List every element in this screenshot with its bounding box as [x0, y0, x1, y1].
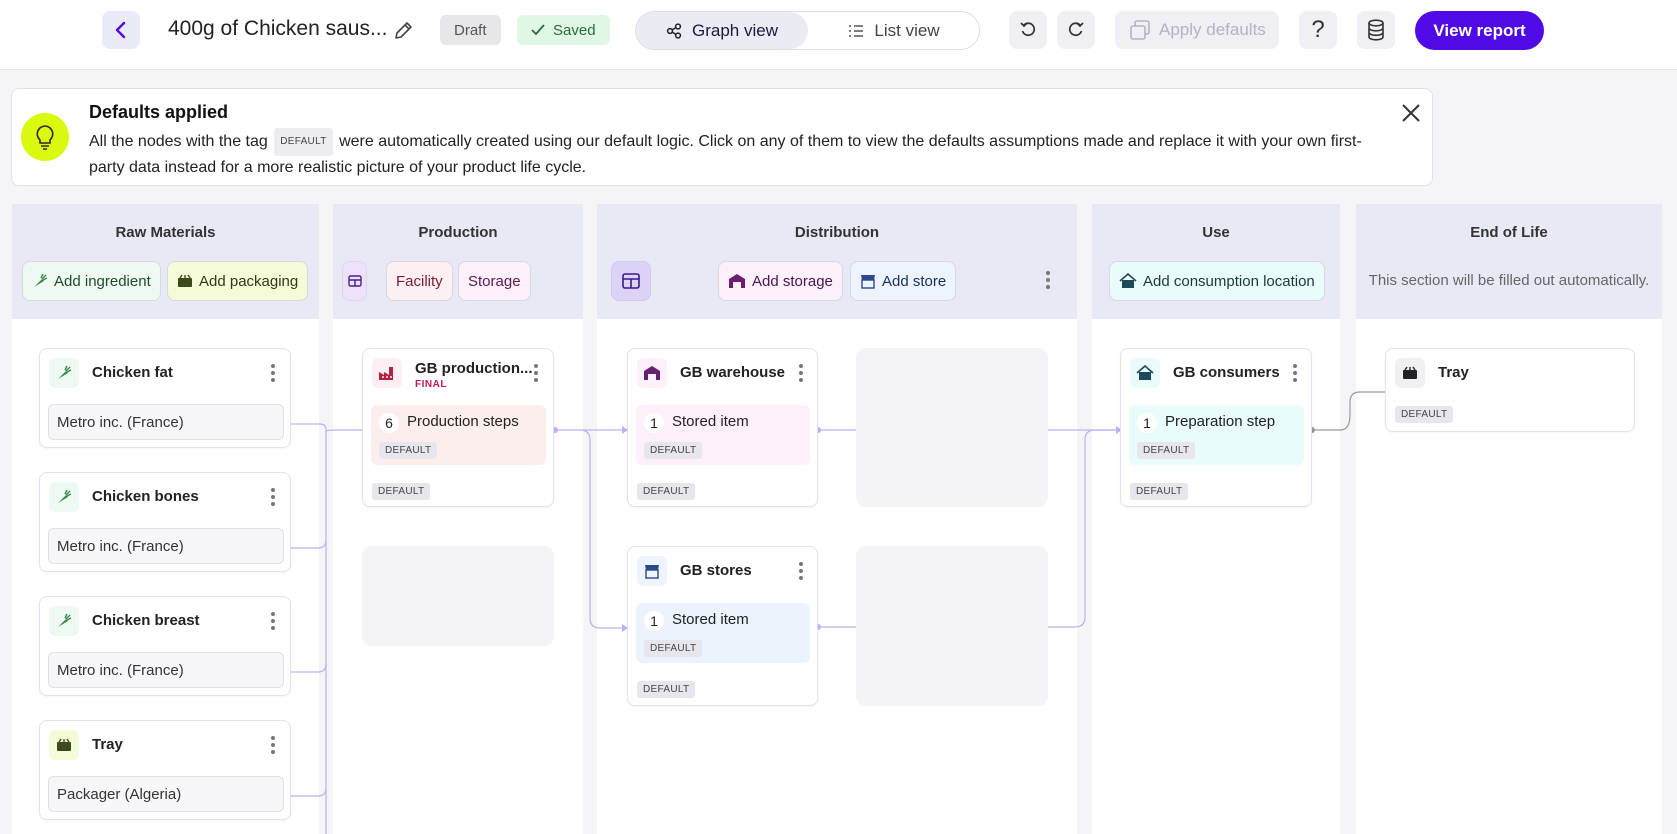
empty-slot [856, 546, 1048, 706]
default-tag: DEFAULT [1137, 442, 1196, 459]
eol-node-tray[interactable]: Tray DEFAULT [1385, 348, 1635, 432]
house-icon [1130, 358, 1160, 388]
step-label: Stored item [672, 611, 749, 628]
carrot-icon [49, 358, 79, 388]
step-count: 1 [644, 611, 664, 631]
default-tag: DEFAULT [644, 442, 703, 459]
more-options-icon[interactable] [798, 562, 804, 580]
default-tag: DEFAULT [637, 483, 696, 500]
packaging-icon [1395, 358, 1425, 388]
warehouse-icon [637, 358, 667, 388]
node-name: GB consumers [1173, 364, 1280, 381]
store-icon [637, 556, 667, 586]
preparation-steps-box[interactable]: 1 Preparation step DEFAULT [1129, 405, 1304, 465]
supplier-field[interactable]: Metro inc. (France) [48, 652, 284, 688]
edge [325, 429, 362, 433]
factory-icon [372, 358, 402, 388]
supplier-field[interactable]: Metro inc. (France) [48, 404, 284, 440]
use-node-consumers[interactable]: GB consumers 1 Preparation step DEFAULT … [1120, 348, 1312, 507]
node-name: GB production... [415, 360, 533, 377]
more-options-icon[interactable] [270, 612, 276, 630]
carrot-icon [49, 606, 79, 636]
node-name: Chicken fat [92, 364, 173, 381]
step-label: Production steps [407, 413, 519, 430]
raw-node-chicken-fat[interactable]: Chicken fat Metro inc. (France) [39, 348, 291, 448]
node-name: GB warehouse [680, 364, 786, 381]
default-tag: DEFAULT [379, 442, 438, 459]
supplier-field[interactable]: Metro inc. (France) [48, 528, 284, 564]
node-name: Tray [1438, 364, 1469, 381]
more-options-icon[interactable] [533, 364, 539, 382]
raw-node-chicken-bones[interactable]: Chicken bones Metro inc. (France) [39, 472, 291, 572]
edge [1312, 391, 1385, 431]
distribution-node-stores[interactable]: GB stores 1 Stored item DEFAULT DEFAULT [627, 546, 818, 706]
step-count: 1 [1137, 413, 1157, 433]
packaging-icon [49, 730, 79, 760]
more-options-icon[interactable] [270, 364, 276, 382]
node-name: Chicken bones [92, 488, 199, 505]
node-name: Tray [92, 736, 123, 753]
node-name: GB stores [680, 562, 752, 579]
node-name: Chicken breast [92, 612, 200, 629]
more-options-icon[interactable] [1292, 364, 1298, 382]
empty-slot [856, 348, 1048, 507]
final-badge: FINAL [415, 379, 447, 390]
stored-items-box[interactable]: 1 Stored item DEFAULT [636, 603, 810, 663]
raw-node-tray[interactable]: Tray Packager (Algeria) [39, 720, 291, 820]
stored-items-box[interactable]: 1 Stored item DEFAULT [636, 405, 810, 465]
supplier-field[interactable]: Packager (Algeria) [48, 776, 284, 812]
default-tag: DEFAULT [1395, 406, 1454, 423]
production-node[interactable]: GB production... FINAL 6 Production step… [362, 348, 554, 507]
empty-slot [362, 546, 554, 646]
production-steps-box[interactable]: 6 Production steps DEFAULT [371, 405, 546, 465]
default-tag: DEFAULT [637, 681, 696, 698]
edge [579, 429, 628, 629]
more-options-icon[interactable] [798, 364, 804, 382]
raw-node-chicken-breast[interactable]: Chicken breast Metro inc. (France) [39, 596, 291, 696]
step-label: Preparation step [1165, 413, 1276, 430]
default-tag: DEFAULT [644, 640, 703, 657]
more-options-icon[interactable] [270, 488, 276, 506]
step-count: 6 [379, 413, 399, 433]
carrot-icon [49, 482, 79, 512]
step-label: Stored item [672, 413, 749, 430]
default-tag: DEFAULT [372, 483, 431, 500]
step-count: 1 [644, 413, 664, 433]
more-options-icon[interactable] [270, 736, 276, 754]
default-tag: DEFAULT [1130, 483, 1189, 500]
distribution-node-warehouse[interactable]: GB warehouse 1 Stored item DEFAULT DEFAU… [627, 348, 818, 507]
